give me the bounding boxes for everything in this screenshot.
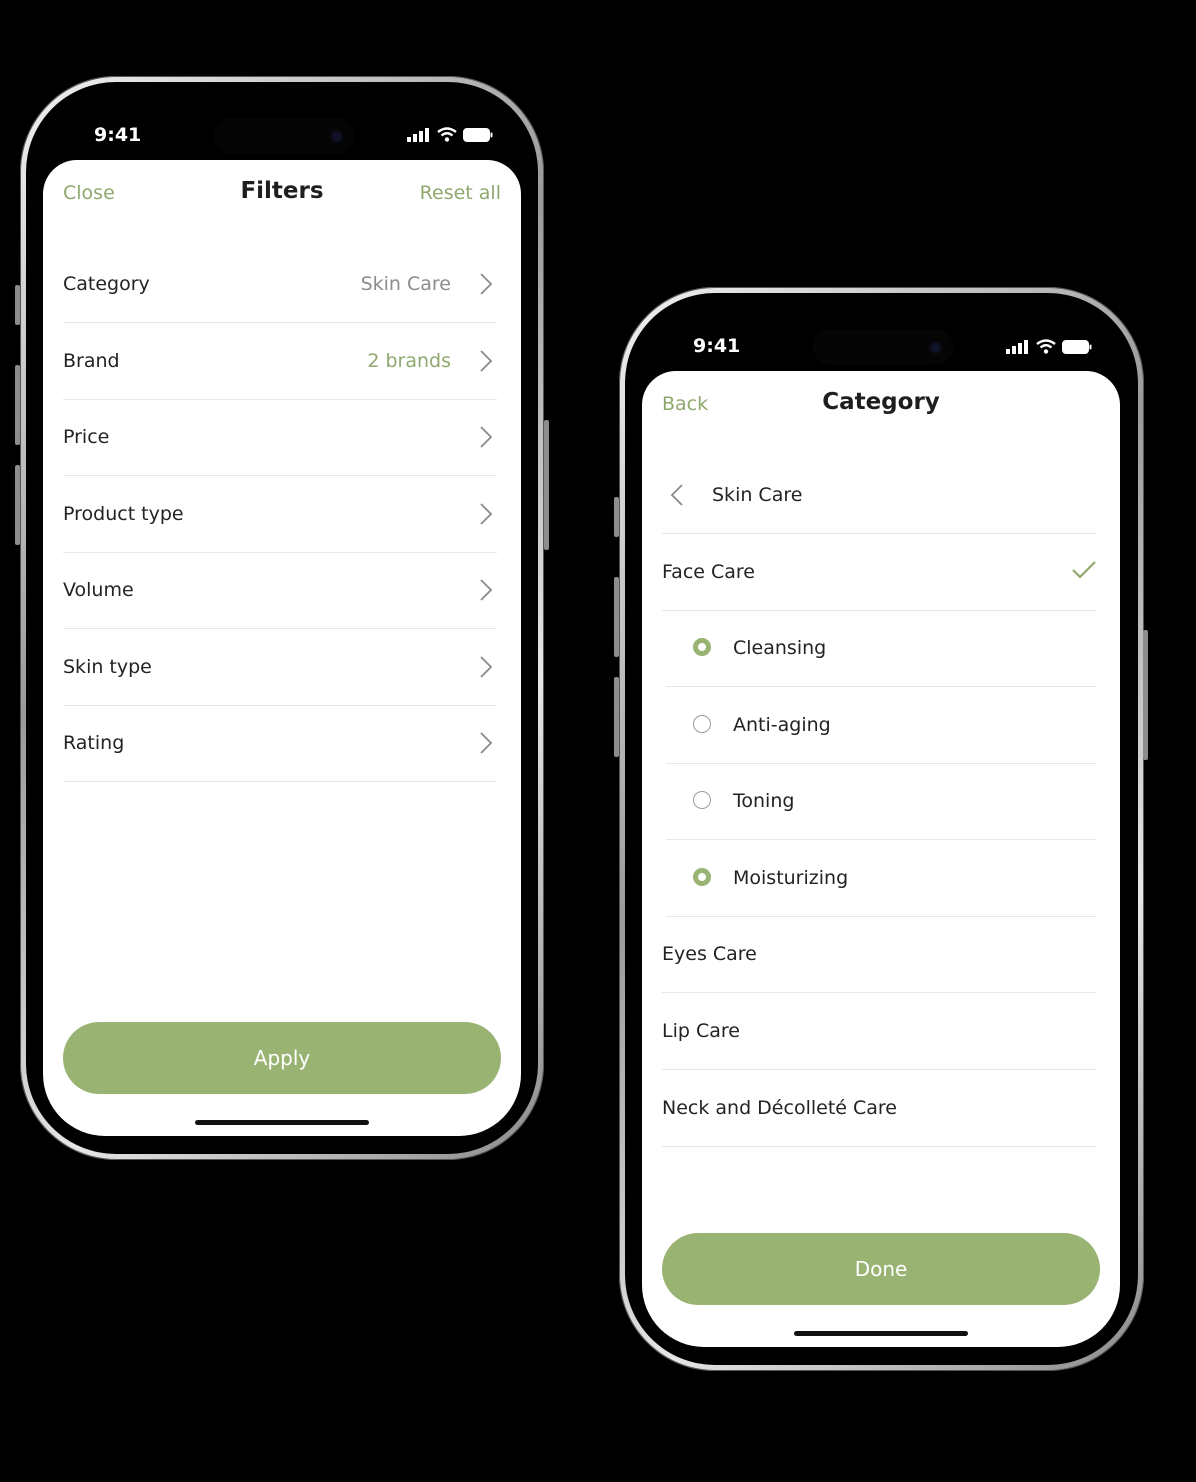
filter-row-price[interactable]: Price	[63, 399, 497, 476]
category-row-neck-decollete-care[interactable]: Neck and Décolleté Care	[662, 1070, 1096, 1147]
battery-icon	[463, 127, 493, 142]
row-label: Volume	[63, 579, 134, 601]
row-label: Neck and Décolleté Care	[662, 1097, 897, 1119]
chevron-right-icon	[480, 732, 493, 754]
category-screen: Back Category Skin Care Face Care Cleans…	[642, 371, 1120, 1347]
row-label: Price	[63, 426, 110, 448]
phone-volume-up-button	[15, 365, 20, 445]
filter-row-rating[interactable]: Rating	[63, 705, 497, 782]
cellular-signal-icon	[1006, 339, 1028, 354]
phone-volume-down-button	[15, 465, 20, 545]
category-row-face-care[interactable]: Face Care	[662, 534, 1096, 611]
row-value: 2 brands	[367, 350, 451, 372]
back-button[interactable]: Back	[662, 393, 708, 415]
chevron-right-icon	[480, 579, 493, 601]
option-label: Moisturizing	[733, 867, 849, 889]
option-label: Toning	[733, 790, 795, 812]
row-value: Skin Care	[360, 273, 451, 295]
radio-selected-icon	[693, 638, 711, 656]
subcategory-option-cleansing[interactable]: Cleansing	[666, 610, 1096, 687]
status-icons	[1006, 339, 1092, 354]
filter-row-product-type[interactable]: Product type	[63, 476, 497, 553]
filter-row-skin-type[interactable]: Skin type	[63, 629, 497, 706]
category-row-eyes-care[interactable]: Eyes Care	[662, 916, 1096, 993]
row-label: Eyes Care	[662, 943, 757, 965]
done-button[interactable]: Done	[662, 1233, 1100, 1305]
checkmark-icon	[1072, 561, 1096, 579]
row-label: Category	[63, 273, 150, 295]
row-label: Rating	[63, 732, 125, 754]
chevron-right-icon	[480, 503, 493, 525]
home-indicator	[794, 1331, 968, 1336]
dynamic-island	[214, 118, 354, 154]
filter-row-category[interactable]: Category Skin Care	[63, 246, 497, 323]
battery-icon	[1062, 339, 1092, 354]
row-label: Lip Care	[662, 1020, 740, 1042]
phone-volume-down-button	[614, 677, 619, 757]
filters-nav-bar: Close Filters Reset all	[43, 160, 521, 230]
radio-unselected-icon	[693, 715, 711, 733]
status-icons	[407, 127, 493, 142]
subcategory-option-toning[interactable]: Toning	[666, 763, 1096, 840]
category-row-lip-care[interactable]: Lip Care	[662, 993, 1096, 1070]
filter-row-volume[interactable]: Volume	[63, 552, 497, 629]
parent-category-row[interactable]: Skin Care	[662, 457, 1096, 534]
row-label: Product type	[63, 503, 184, 525]
wifi-icon	[1036, 339, 1056, 354]
status-time: 9:41	[94, 124, 142, 146]
chevron-right-icon	[480, 350, 493, 372]
reset-all-button[interactable]: Reset all	[420, 182, 501, 204]
camera-icon	[931, 343, 940, 352]
apply-button[interactable]: Apply	[63, 1022, 501, 1094]
phone-power-button	[1143, 630, 1148, 760]
status-time: 9:41	[693, 335, 741, 357]
phone-side-button	[15, 285, 20, 325]
close-button[interactable]: Close	[63, 182, 115, 204]
chevron-right-icon	[480, 273, 493, 295]
dynamic-island	[813, 329, 953, 365]
filter-row-brand[interactable]: Brand 2 brands	[63, 323, 497, 400]
row-label: Face Care	[662, 561, 755, 583]
option-label: Cleansing	[733, 637, 827, 659]
phone-side-button	[614, 497, 619, 537]
subcategory-option-anti-aging[interactable]: Anti-aging	[666, 687, 1096, 764]
category-nav-bar: Back Category	[642, 371, 1120, 441]
wifi-icon	[437, 127, 457, 142]
page-title: Category	[822, 389, 940, 415]
chevron-right-icon	[480, 426, 493, 448]
filters-screen: Close Filters Reset all Category Skin Ca…	[43, 160, 521, 1136]
home-indicator	[195, 1120, 369, 1125]
row-label: Brand	[63, 350, 120, 372]
subcategory-option-moisturizing[interactable]: Moisturizing	[666, 840, 1096, 917]
camera-icon	[332, 132, 341, 141]
phone-power-button	[544, 420, 549, 550]
cellular-signal-icon	[407, 127, 429, 142]
phone-volume-up-button	[614, 577, 619, 657]
row-label: Skin type	[63, 656, 152, 678]
radio-selected-icon	[693, 868, 711, 886]
chevron-left-icon	[670, 484, 683, 506]
chevron-right-icon	[480, 656, 493, 678]
parent-category-label: Skin Care	[712, 484, 803, 506]
option-label: Anti-aging	[733, 714, 831, 736]
radio-unselected-icon	[693, 791, 711, 809]
